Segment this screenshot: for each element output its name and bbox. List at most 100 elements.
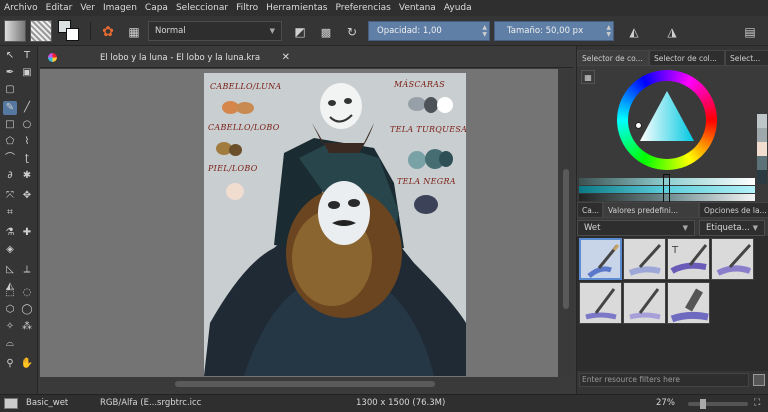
- right-dock: Selector de co... Selector de col... Sel…: [576, 46, 768, 394]
- brush-presets-icon[interactable]: ✿: [98, 22, 118, 42]
- tab-valores-predefinidos[interactable]: Valores predefini...: [603, 202, 699, 218]
- save-icon[interactable]: [753, 374, 765, 386]
- preset-textured[interactable]: T: [667, 238, 710, 280]
- assistant-icon[interactable]: ◺: [3, 263, 17, 277]
- tab-color-selector-1[interactable]: Selector de co...: [577, 50, 649, 66]
- horizontal-scrollbar[interactable]: [40, 377, 558, 391]
- tab-color-selector-2[interactable]: Selector de col...: [649, 50, 725, 66]
- size-spin-icon[interactable]: ▲ ▼: [606, 24, 611, 38]
- zoom-slider[interactable]: [688, 402, 748, 406]
- gradient-swatch[interactable]: [4, 20, 26, 42]
- zoom-icon[interactable]: ⚲: [3, 357, 17, 371]
- tab-color-selector-3[interactable]: Select...: [725, 50, 768, 66]
- tab-opciones[interactable]: Opciones de la...: [699, 202, 768, 218]
- note-cabello-lobo: CABELLO/LOBO: [208, 123, 280, 132]
- horizontal-scroll-thumb[interactable]: [175, 381, 435, 387]
- eyedropper-icon[interactable]: ⚗: [3, 226, 17, 240]
- tag-select[interactable]: Etiqueta... ▼: [699, 220, 765, 236]
- fg-bg-colors[interactable]: [58, 20, 80, 42]
- preset-tag-select[interactable]: Wet ▼: [577, 220, 695, 236]
- menu-herramientas[interactable]: Herramientas: [262, 3, 331, 13]
- brush-icon[interactable]: ✎: [3, 101, 17, 115]
- hue-ring[interactable]: [617, 70, 717, 170]
- menu-filtro[interactable]: Filtro: [232, 3, 262, 13]
- menu-preferencias[interactable]: Preferencias: [331, 3, 394, 13]
- opacity-spin-icon[interactable]: ▲ ▼: [482, 24, 487, 38]
- rect-select-icon[interactable]: ⬚: [3, 286, 17, 300]
- reload-preset-icon[interactable]: ↻: [342, 22, 362, 42]
- measure-icon[interactable]: ⟂: [20, 263, 34, 277]
- calligraphy-icon[interactable]: ✒: [3, 66, 17, 80]
- menu-ver[interactable]: Ver: [76, 3, 99, 13]
- background-color[interactable]: [66, 28, 79, 41]
- menu-ayuda[interactable]: Ayuda: [440, 3, 476, 13]
- select-arrow-icon[interactable]: ↖: [3, 49, 17, 63]
- color-picker-handle[interactable]: [635, 122, 642, 129]
- vertical-scroll-thumb[interactable]: [563, 169, 569, 309]
- preset-tag-value: Wet: [584, 223, 601, 233]
- polygon-icon[interactable]: ⬠: [3, 135, 17, 149]
- freehand-select-icon[interactable]: ◯: [20, 303, 34, 317]
- eraser-mode-icon[interactable]: ◩: [290, 22, 310, 42]
- vertical-scrollbar[interactable]: [558, 69, 574, 377]
- mirror-vertical-icon[interactable]: ◮: [662, 22, 682, 42]
- tab-ca[interactable]: Ca...: [577, 202, 603, 218]
- preset-flat[interactable]: [579, 282, 622, 324]
- color-history[interactable]: [757, 114, 767, 184]
- rectangle-icon[interactable]: □: [3, 118, 17, 132]
- multibrush-icon[interactable]: ✱: [20, 169, 34, 183]
- menu-ventana[interactable]: Ventana: [395, 3, 440, 13]
- note-mascaras: MÁSCARAS: [394, 80, 446, 89]
- menu-editar[interactable]: Editar: [42, 3, 77, 13]
- move-icon[interactable]: ✥: [20, 189, 34, 203]
- strip-handle[interactable]: [663, 174, 670, 204]
- preset-marker[interactable]: [667, 282, 710, 324]
- fill-pattern-icon[interactable]: ▢: [3, 83, 17, 97]
- smart-patch-icon[interactable]: ✚: [20, 226, 34, 240]
- fullscreen-icon[interactable]: ⛶: [754, 398, 760, 408]
- preset-basic-wet[interactable]: [579, 238, 622, 280]
- preset-round[interactable]: [623, 282, 666, 324]
- preset-blend[interactable]: [711, 238, 754, 280]
- status-color-space[interactable]: RGB/Alfa (E...srgbtrc.icc: [100, 398, 201, 408]
- transform-icon[interactable]: ⤧: [3, 189, 17, 203]
- text-icon[interactable]: T: [20, 49, 34, 63]
- color-settings-icon[interactable]: ▦: [581, 70, 595, 84]
- blend-mode-select[interactable]: Normal ▼: [148, 21, 282, 41]
- status-zoom[interactable]: 27%: [656, 398, 675, 408]
- brush-settings-icon[interactable]: ▦: [124, 22, 144, 42]
- preserve-alpha-icon[interactable]: ▩: [316, 22, 336, 42]
- pan-icon[interactable]: ✋: [20, 357, 34, 371]
- document-tab[interactable]: El lobo y la luna - El lobo y la luna.kr…: [40, 48, 574, 68]
- mirror-horizontal-icon[interactable]: ◭: [624, 22, 644, 42]
- ellipse-select-icon[interactable]: ◌: [20, 286, 34, 300]
- close-icon[interactable]: ✕: [282, 52, 290, 63]
- similar-select-icon[interactable]: ⁂: [20, 320, 34, 334]
- dynamic-brush-icon[interactable]: ∂: [3, 169, 17, 183]
- fill-icon[interactable]: ◈: [3, 243, 17, 257]
- menu-imagen[interactable]: Imagen: [99, 3, 141, 13]
- contiguous-select-icon[interactable]: ✧: [3, 320, 17, 334]
- saturation-value-triangle[interactable]: [638, 89, 696, 147]
- zoom-slider-handle[interactable]: [700, 399, 706, 409]
- menu-archivo[interactable]: Archivo: [0, 3, 42, 13]
- gradient-icon[interactable]: ▣: [20, 66, 34, 80]
- menu-capa[interactable]: Capa: [141, 3, 172, 13]
- menu-seleccionar[interactable]: Seleccionar: [172, 3, 232, 13]
- bezier-select-icon[interactable]: ⌓: [3, 337, 17, 351]
- ellipse-icon[interactable]: ○: [20, 118, 34, 132]
- blend-mode-value: Normal: [155, 26, 186, 36]
- bezier-icon[interactable]: ⌒: [3, 152, 17, 166]
- opacity-slider[interactable]: Opacidad: 1,00 ▲ ▼: [368, 21, 490, 41]
- crop-icon[interactable]: ⌗: [3, 206, 17, 220]
- pattern-swatch[interactable]: [30, 20, 52, 42]
- line-icon[interactable]: ╱: [20, 101, 34, 115]
- painting-canvas[interactable]: CABELLO/LUNA MÁSCARAS CABELLO/LOBO TELA …: [204, 73, 466, 376]
- workspace-icon[interactable]: ▤: [740, 22, 760, 42]
- freehand-path-icon[interactable]: ʈ: [20, 152, 34, 166]
- polyline-icon[interactable]: ⌇: [20, 135, 34, 149]
- size-slider[interactable]: Tamaño: 50,00 px ▲ ▼: [494, 21, 614, 41]
- poly-select-icon[interactable]: ⬡: [3, 303, 17, 317]
- resource-filter-input[interactable]: Enter resource filters here: [579, 373, 749, 387]
- preset-soft[interactable]: [623, 238, 666, 280]
